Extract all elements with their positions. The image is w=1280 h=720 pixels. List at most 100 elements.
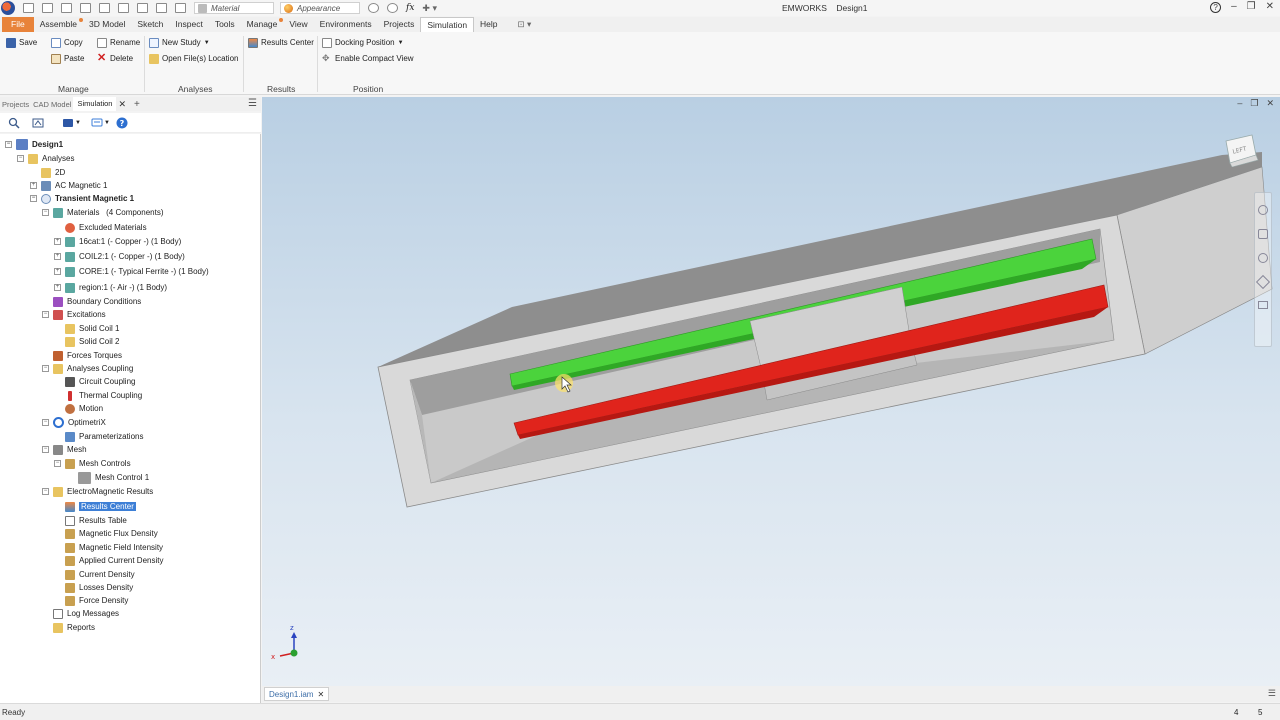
display-mode-icon[interactable]	[62, 117, 74, 129]
tree-mesh[interactable]: − Mesh	[42, 443, 87, 456]
filter-tree-icon[interactable]	[32, 117, 44, 129]
tree-flux-density[interactable]: Magnetic Flux Density	[65, 527, 158, 540]
expand-icon[interactable]: +	[54, 253, 61, 260]
menu-help[interactable]: Help	[474, 17, 503, 32]
collapse-icon[interactable]: −	[42, 419, 49, 426]
tree-2d[interactable]: 2D	[41, 166, 65, 179]
tab-simulation[interactable]: Simulation	[73, 97, 117, 111]
restore-icon[interactable]: ❐	[1247, 1, 1256, 13]
menu-simulation[interactable]: Simulation	[420, 17, 475, 32]
open-location-button[interactable]: Open File(s) Location	[149, 52, 238, 65]
menu-environments[interactable]: Environments	[314, 17, 378, 32]
panel-menu-icon[interactable]: ☰	[248, 98, 257, 109]
menu-manage[interactable]: Manage	[241, 17, 284, 32]
measure-icon[interactable]	[156, 3, 167, 13]
help-icon[interactable]: ?	[116, 117, 128, 129]
tree-field-intensity[interactable]: Magnetic Field Intensity	[65, 541, 163, 554]
menu-extra-icon[interactable]: ⊡ ▾	[512, 17, 538, 32]
menu-assemble[interactable]: Assemble	[34, 17, 84, 32]
collapse-icon[interactable]: −	[30, 195, 37, 202]
tree-material-item[interactable]: + CORE:1 (- Typical Ferrite -) (1 Body)	[54, 265, 209, 278]
tree-current-density[interactable]: Current Density	[65, 568, 135, 581]
appearance-combo[interactable]: Appearance	[280, 2, 360, 14]
pan-icon[interactable]	[1258, 229, 1268, 239]
tree-em-results[interactable]: − ElectroMagnetic Results	[42, 485, 153, 498]
menu-view[interactable]: View	[283, 17, 313, 32]
tree-mesh-controls[interactable]: − Mesh Controls	[54, 457, 131, 470]
tree-losses-density[interactable]: Losses Density	[65, 581, 133, 594]
zoom-icon[interactable]	[1258, 253, 1268, 263]
tree-material-item[interactable]: +16cat:1 (- Copper -) (1 Body)	[54, 235, 181, 248]
tree-solid-coil-2[interactable]: Solid Coil 2	[65, 335, 119, 348]
tab-projects[interactable]: Projects	[0, 100, 31, 109]
close-tab-icon[interactable]: ✕	[317, 690, 324, 699]
tree-optimetrix[interactable]: − OptimetriX	[42, 416, 106, 429]
collapse-icon[interactable]: −	[42, 209, 49, 216]
tree-material-item[interactable]: + region:1 (- Air -) (1 Body)	[54, 281, 167, 294]
save-icon[interactable]	[61, 3, 72, 13]
collapse-icon[interactable]: −	[54, 460, 61, 467]
tree-excluded-materials[interactable]: Excluded Materials	[65, 221, 147, 234]
help-icon[interactable]: ?	[1210, 2, 1222, 13]
paste-button[interactable]: Paste	[51, 52, 84, 65]
docking-position-button[interactable]: Docking Position ▼	[322, 36, 404, 49]
appearance-adjust-icon[interactable]	[368, 3, 379, 13]
material-combo[interactable]: Material	[194, 2, 274, 14]
search-icon[interactable]	[8, 117, 20, 129]
tree-circuit-coupling[interactable]: Circuit Coupling	[65, 375, 135, 388]
compact-view-button[interactable]: ✥ Enable Compact View	[322, 52, 414, 65]
customize-icon[interactable]: ✚ ▾	[422, 3, 437, 14]
close-tab-icon[interactable]: ✕	[118, 99, 126, 110]
tree-transient-magnetic[interactable]: − Transient Magnetic 1	[30, 192, 134, 205]
tree-forces-torques[interactable]: Forces Torques	[53, 349, 122, 362]
tree-ac-magnetic[interactable]: + AC Magnetic 1	[30, 179, 107, 192]
chevron-down-icon[interactable]: ▼	[104, 120, 110, 126]
tab-list-icon[interactable]: ☰	[1268, 688, 1276, 699]
steering-wheel-icon[interactable]	[1258, 205, 1268, 215]
viewcube[interactable]: LEFT	[1222, 133, 1260, 167]
undo-icon[interactable]	[80, 3, 91, 13]
collapse-icon[interactable]: −	[42, 446, 49, 453]
no-icon[interactable]	[175, 3, 186, 13]
collapse-icon[interactable]: −	[5, 141, 12, 148]
tree-results-center[interactable]: Results Center	[65, 500, 136, 513]
menu-sketch[interactable]: Sketch	[131, 17, 169, 32]
tab-cad-model[interactable]: CAD Model	[31, 100, 73, 109]
delete-button[interactable]: ✕ Delete	[97, 52, 133, 65]
close-icon[interactable]: ✕	[1266, 1, 1274, 13]
new-study-button[interactable]: New Study ▼	[149, 36, 210, 49]
look-at-icon[interactable]	[1258, 301, 1268, 309]
expand-icon[interactable]: +	[30, 182, 37, 189]
expand-icon[interactable]: +	[54, 284, 61, 291]
tree-materials[interactable]: − Materials (4 Components)	[42, 206, 163, 219]
tree-reports[interactable]: Reports	[53, 621, 95, 634]
menu-tools[interactable]: Tools	[209, 17, 241, 32]
expand-icon[interactable]: +	[54, 268, 61, 275]
copy-button[interactable]: Copy	[51, 36, 83, 49]
open-file-icon[interactable]	[42, 3, 53, 13]
tree-applied-current[interactable]: Applied Current Density	[65, 554, 163, 567]
fx-icon[interactable]: fx	[406, 3, 414, 13]
tree-analyses[interactable]: − Analyses	[17, 152, 74, 165]
print-icon[interactable]	[118, 3, 129, 13]
tab-design1-iam[interactable]: Design1.iam ✕	[264, 687, 330, 701]
menu-inspect[interactable]: Inspect	[169, 17, 208, 32]
model-canvas[interactable]: z x	[262, 97, 1280, 686]
tree-analyses-coupling[interactable]: − Analyses Coupling	[42, 362, 133, 375]
collapse-icon[interactable]: −	[42, 488, 49, 495]
tree-parameterizations[interactable]: Parameterizations	[65, 430, 143, 443]
new-file-icon[interactable]	[23, 3, 34, 13]
clear-override-icon[interactable]	[387, 3, 398, 13]
tree-results-table[interactable]: Results Table	[65, 514, 127, 527]
collapse-icon[interactable]: −	[42, 365, 49, 372]
save-button[interactable]: Save	[6, 36, 37, 49]
comment-icon[interactable]	[91, 117, 103, 129]
tree-excitations[interactable]: − Excitations	[42, 308, 106, 321]
tree-motion[interactable]: Motion	[65, 402, 103, 415]
3d-viewport[interactable]: – ❐ ✕ z x LEFT	[262, 97, 1280, 686]
minimize-icon[interactable]: –	[1231, 1, 1237, 13]
rename-button[interactable]: Rename	[97, 36, 140, 49]
menu-3d-model[interactable]: 3D Model	[83, 17, 131, 32]
menu-projects[interactable]: Projects	[378, 17, 421, 32]
tree-log-messages[interactable]: Log Messages	[53, 607, 119, 620]
